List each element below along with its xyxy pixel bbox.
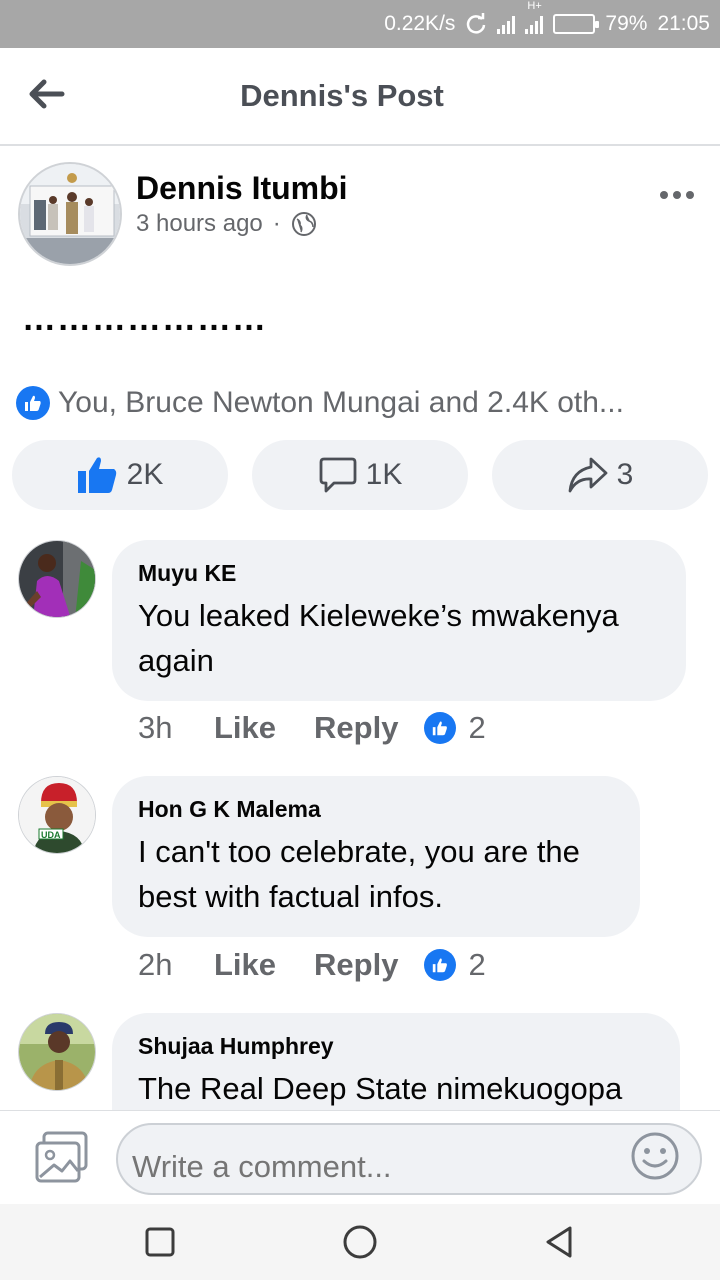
comment-actions: 3h Like Reply 2 [138,710,486,746]
post-text: ………………… [22,300,267,338]
home-icon[interactable] [342,1224,378,1260]
emoji-icon[interactable] [630,1131,680,1181]
comment-author[interactable]: Shujaa Humphrey [138,1033,654,1060]
reactions-text: You, Bruce Newton Mungai and 2.4K oth... [58,386,624,419]
like-reaction-icon [16,386,50,420]
comment-text: The Real Deep State nimekuogopa [138,1071,623,1106]
comment-author[interactable]: Hon G K Malema [138,796,614,823]
comment-reply-button[interactable]: Reply [314,947,398,983]
comment-avatar[interactable] [18,540,96,618]
share-count: 3 [616,458,634,491]
share-icon [568,457,608,493]
recents-icon[interactable] [142,1224,178,1260]
comment-bubble[interactable]: Muyu KE You leaked Kieleweke’s mwakenya … [112,540,686,701]
reactions-summary[interactable]: You, Bruce Newton Mungai and 2.4K oth... [16,386,624,420]
thumbs-up-icon [77,457,116,493]
comment-like-button[interactable]: Like [214,710,276,746]
comment-avatar[interactable]: UDA [18,776,96,854]
comment-button[interactable]: 1K [252,440,468,510]
battery-icon [553,14,600,34]
post-time[interactable]: 3 hours ago [136,210,263,238]
comment-like-count: 2 [468,710,486,745]
author-name[interactable]: Dennis Itumbi [136,170,348,207]
share-button[interactable]: 3 [492,440,708,510]
comment-time[interactable]: 3h [138,710,214,746]
clock: 21:05 [657,12,710,35]
comment-author[interactable]: Muyu KE [138,560,660,587]
comment-time[interactable]: 2h [138,947,214,983]
author-avatar[interactable] [18,162,122,266]
comment-actions: 2h Like Reply 2 [138,947,486,983]
comment-bubble[interactable]: Hon G K Malema I can't too celebrate, yo… [112,776,640,937]
comment-count: 1K [365,458,403,491]
page-title: Dennis's Post [240,78,444,113]
network-speed: 0.22K/s [384,12,456,35]
comment-text: You leaked Kieleweke’s mwakenya again [138,598,619,678]
comment-icon [319,457,357,493]
comment-like-count: 2 [468,947,486,982]
comment-reactions[interactable]: 2 [424,710,486,746]
top-bar: Dennis's Post [0,48,720,146]
comment-avatar[interactable] [18,1013,96,1091]
sync-icon [467,13,486,34]
network-type: H+ [527,0,542,12]
more-horizontal-icon[interactable] [660,191,694,199]
avatar-badge: UDA [41,830,61,840]
globe-icon [291,212,316,236]
comment-reply-button[interactable]: Reply [314,710,398,746]
signal-icon [497,14,516,34]
comment-like-button[interactable]: Like [214,947,276,983]
battery-percent: 79% [605,12,648,35]
like-button[interactable]: 2K [12,440,228,510]
signal-icon-2: H+ [525,0,544,34]
back-triangle-icon[interactable] [542,1224,578,1260]
meta-separator: · [272,210,281,237]
system-nav-bar [0,1204,720,1280]
status-bar: 0.22K/s H+ 79% 21:05 [0,0,720,48]
like-count: 2K [126,458,164,491]
comment-text: I can't too celebrate, you are the best … [138,834,580,914]
post-meta: 3 hours ago · [136,210,317,238]
comment-composer [0,1110,720,1204]
comment-input[interactable] [116,1123,702,1195]
photo-icon[interactable] [34,1131,90,1183]
like-reaction-icon [424,712,457,744]
like-reaction-icon [424,949,457,981]
comment-reactions[interactable]: 2 [424,947,486,983]
